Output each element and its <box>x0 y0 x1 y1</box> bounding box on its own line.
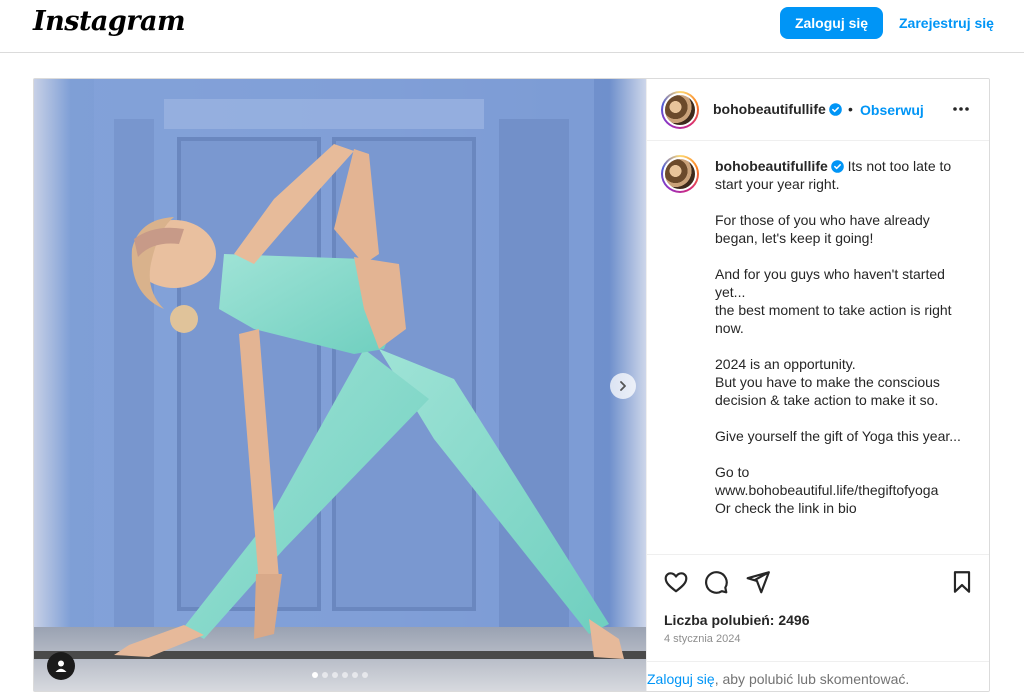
follow-button[interactable]: Obserwuj <box>860 102 924 118</box>
login-button[interactable]: Zaloguj się <box>780 7 883 39</box>
login-prompt-text: , aby polubić lub skomentować. <box>714 671 910 687</box>
avatar-image <box>663 157 697 191</box>
comment-icon[interactable] <box>703 569 729 595</box>
caption-username[interactable]: bohobeautifullife <box>715 158 844 174</box>
carousel-dot <box>352 672 358 678</box>
username-text: bohobeautifullife <box>713 101 826 117</box>
post-side-panel: bohobeautifullife • Obserwuj bohobeautif… <box>646 79 989 691</box>
caption-paragraph: 2024 is an opportunity. But you have to … <box>715 356 940 408</box>
yoga-photo <box>34 79 646 691</box>
post-header: bohobeautifullife • Obserwuj <box>647 79 989 141</box>
bookmark-icon[interactable] <box>949 569 975 595</box>
caption-paragraph: And for you guys who haven't started yet… <box>715 266 952 336</box>
top-navigation-bar: Instagram Zaloguj się Zarejestruj się <box>0 0 1024 53</box>
heart-icon[interactable] <box>663 569 689 595</box>
caption-first-paragraph: bohobeautifullife Its not too late to st… <box>715 157 975 193</box>
post-date[interactable]: 4 stycznia 2024 <box>664 633 740 645</box>
caption-paragraph: Give yourself the gift of Yoga this year… <box>715 428 961 444</box>
login-prompt: Zaloguj się, aby polubić lub skomentować… <box>647 661 989 691</box>
login-prompt-link[interactable]: Zaloguj się <box>647 671 715 687</box>
more-icon[interactable] <box>951 99 971 119</box>
caption-paragraph: Go to www.bohobeautiful.life/thegiftofyo… <box>715 464 939 516</box>
carousel-dot <box>362 672 368 678</box>
likes-count[interactable]: Liczba polubień: 2496 <box>664 612 809 628</box>
instagram-logo[interactable]: Instagram <box>33 6 186 37</box>
post-image[interactable] <box>34 79 646 691</box>
caption-paragraph: For those of you who have already began,… <box>715 212 930 246</box>
separator-dot: • <box>848 101 853 117</box>
user-tag-icon <box>55 660 67 672</box>
share-icon[interactable] <box>745 569 771 595</box>
chevron-right-icon <box>620 381 626 391</box>
username-link[interactable]: bohobeautifullife <box>713 101 842 117</box>
carousel-next-button[interactable] <box>610 373 636 399</box>
carousel-dot <box>332 672 338 678</box>
caption-avatar[interactable] <box>661 155 699 193</box>
register-link[interactable]: Zarejestruj się <box>899 15 994 31</box>
avatar-image <box>663 93 697 127</box>
post-actions: Liczba polubień: 2496 4 stycznia 2024 Za… <box>647 554 989 691</box>
verified-badge-icon <box>830 160 844 173</box>
post-caption: bohobeautifullife Its not too late to st… <box>715 157 975 535</box>
carousel-dot <box>322 672 328 678</box>
post-card: bohobeautifullife • Obserwuj bohobeautif… <box>33 78 990 692</box>
caption-username-text: bohobeautifullife <box>715 158 828 174</box>
avatar[interactable] <box>661 91 699 129</box>
carousel-indicator <box>34 672 646 678</box>
carousel-dot <box>342 672 348 678</box>
carousel-dot <box>312 672 318 678</box>
verified-badge-icon <box>828 103 842 116</box>
